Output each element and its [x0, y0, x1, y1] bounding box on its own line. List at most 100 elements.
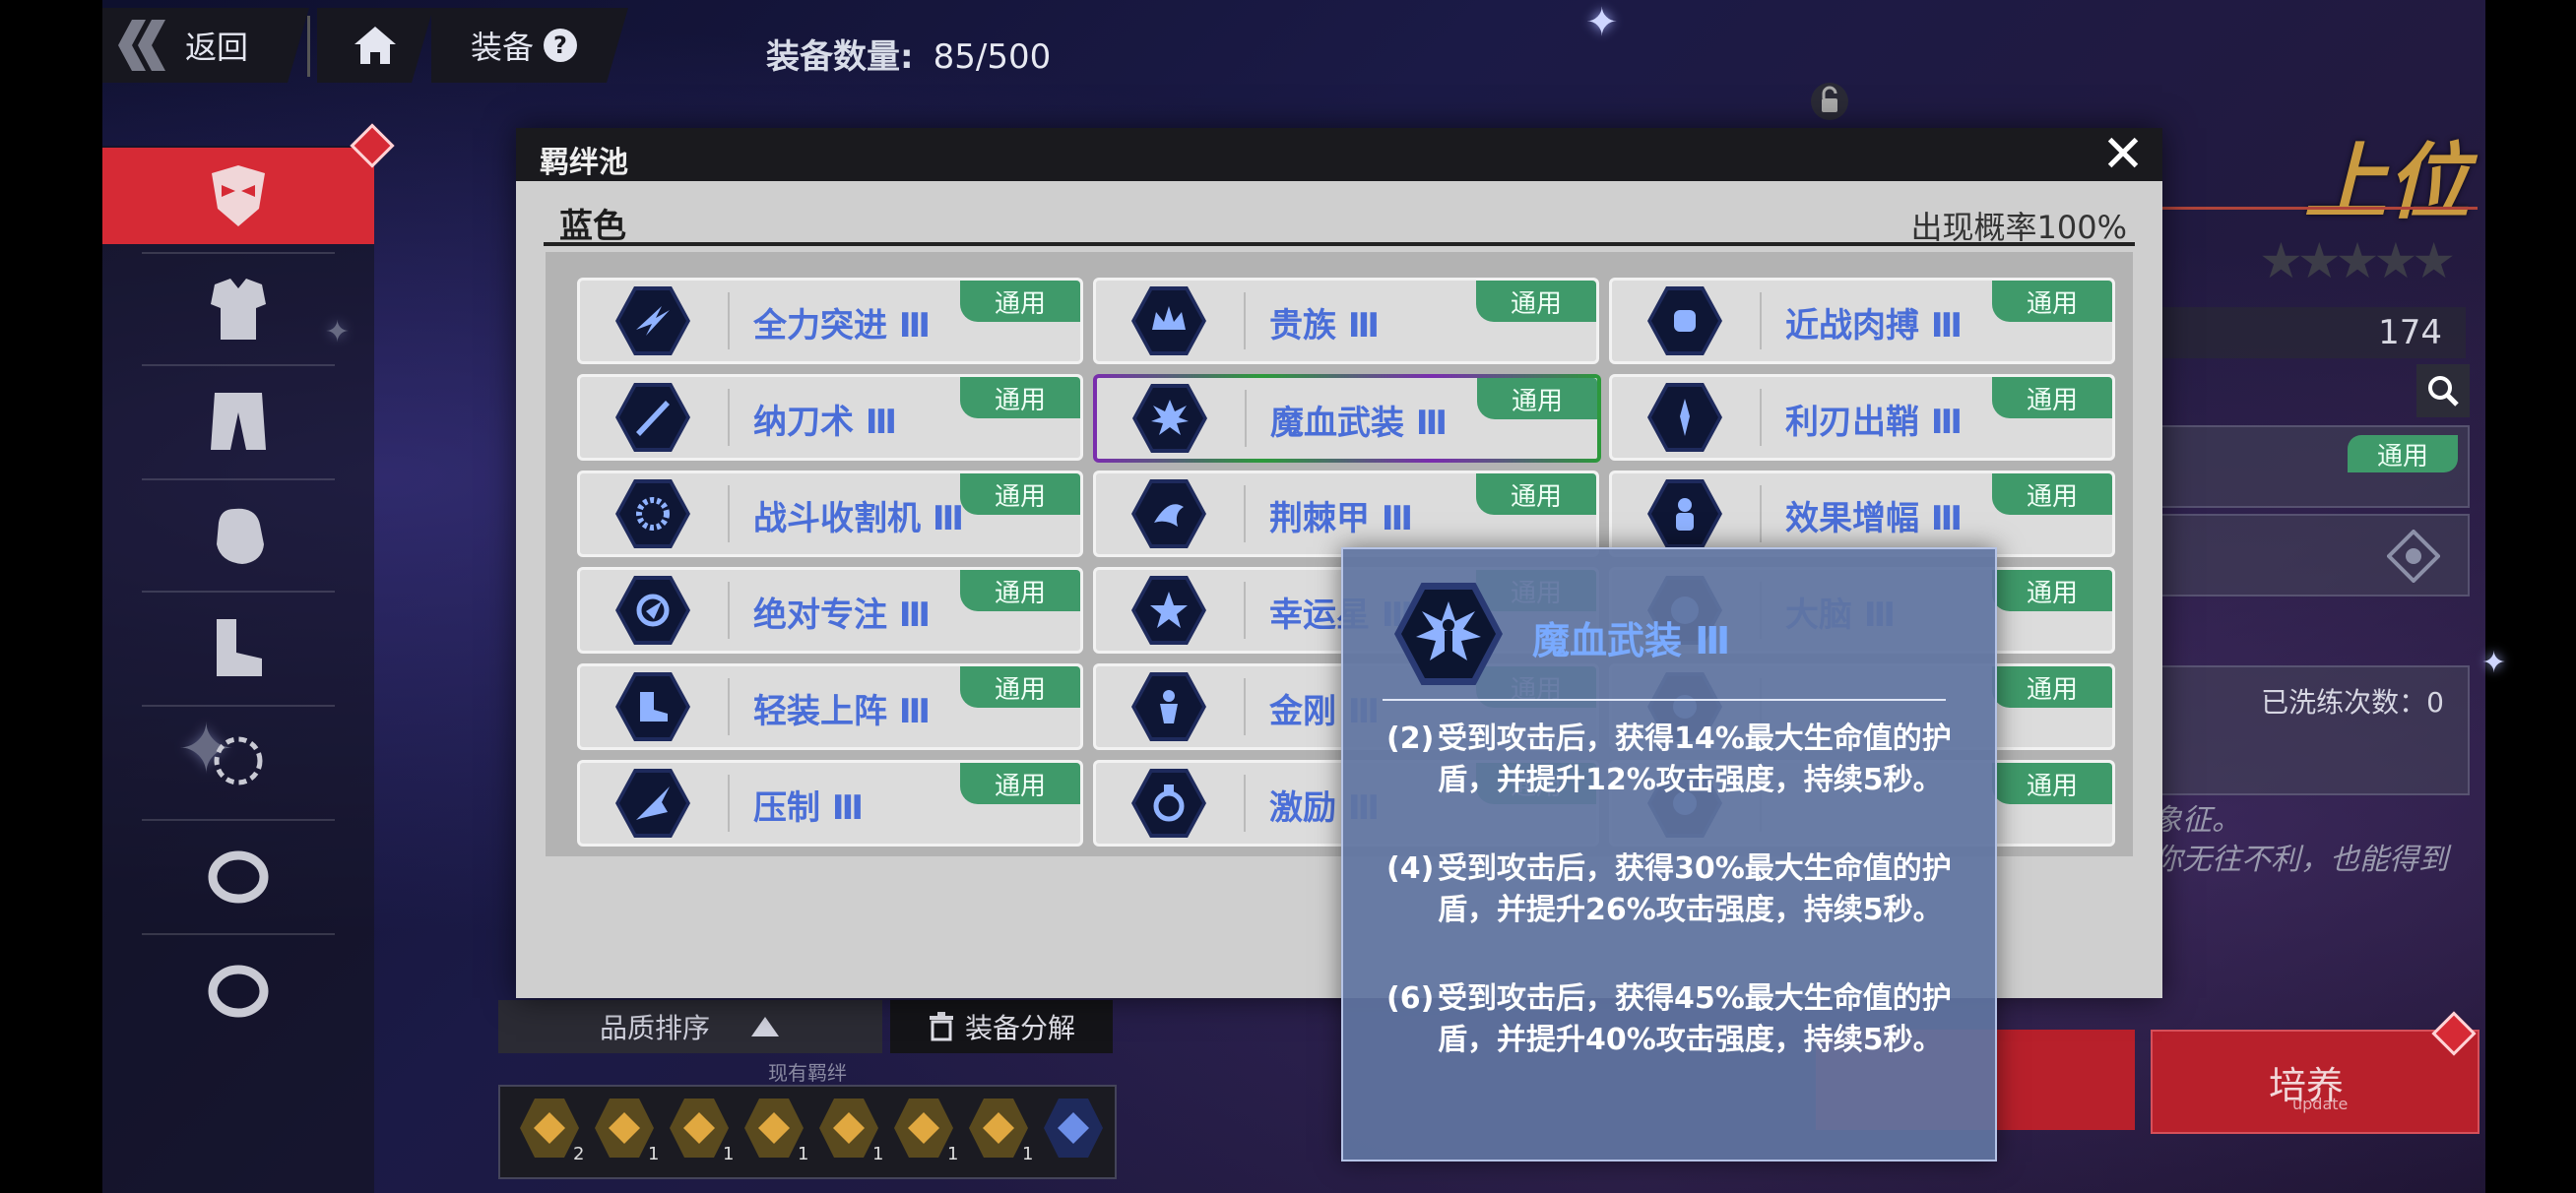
bond-detail-tooltip: 魔血武装 Ⅲ (2) 受到攻击后，获得14%最大生命值的护盾，并提升12%攻击强… — [1341, 547, 1997, 1162]
medal-icon — [1131, 769, 1206, 838]
general-badge: 通用 — [1992, 763, 2112, 804]
bond-card[interactable]: 贵族 Ⅲ 通用 — [1093, 278, 1599, 364]
attribute-row — [2157, 514, 2470, 596]
equip-count: 装备数量: 85/500 — [766, 30, 1051, 78]
section-label: 蓝色 — [559, 207, 626, 246]
bond-card[interactable]: 魔血武装 Ⅲ 通用 — [1093, 374, 1601, 463]
bond-icon[interactable] — [894, 1099, 953, 1158]
bond-card[interactable]: 近战肉搏 Ⅲ 通用 — [1609, 278, 2115, 364]
equipment-slot-sidebar — [102, 146, 374, 1193]
general-badge: 通用 — [960, 763, 1080, 804]
divider — [1245, 390, 1247, 447]
tooltip-bond-name: 魔血武装 Ⅲ — [1532, 619, 1731, 662]
bond-card[interactable]: 绝对专注 Ⅲ 通用 — [577, 567, 1083, 654]
home-button[interactable] — [317, 8, 433, 83]
effect-text: 受到攻击后，获得14%最大生命值的护盾，并提升12%攻击强度，持续5秒。 — [1438, 722, 1952, 797]
boot-icon — [615, 672, 690, 741]
back-label: 返回 — [185, 29, 249, 66]
back-button[interactable]: 返回 — [102, 8, 309, 83]
bond-card-name: 纳刀术 Ⅲ — [753, 403, 897, 442]
search-button[interactable] — [2416, 364, 2470, 417]
effect-tier-4: (4) 受到攻击后，获得30%最大生命值的护盾，并提升26%攻击强度，持续5秒。 — [1386, 848, 1967, 931]
general-badge: 通用 — [1992, 281, 2112, 322]
divider — [1760, 292, 1762, 349]
bond-icon[interactable] — [969, 1099, 1028, 1158]
armor-icon — [211, 279, 266, 340]
search-icon — [2428, 376, 2459, 407]
trash-icon — [929, 1012, 953, 1041]
quality-sort-label: 品质排序 — [599, 1012, 710, 1044]
bond-card[interactable]: 纳刀术 Ⅲ 通用 — [577, 374, 1083, 461]
slot-pants[interactable] — [102, 372, 374, 471]
dismantle-label: 装备分解 — [964, 1012, 1075, 1044]
divider — [728, 389, 730, 446]
bond-count: 1 — [947, 1144, 959, 1164]
slot-ring-1[interactable] — [102, 827, 374, 925]
slot-ring-2[interactable] — [102, 941, 374, 1039]
divider — [142, 705, 335, 707]
modal-title: 羁绊池 — [540, 146, 628, 180]
bond-card[interactable]: 全力突进 Ⅲ 通用 — [577, 278, 1083, 364]
bond-card-name: 效果增幅 Ⅲ — [1785, 499, 1963, 538]
blade-icon — [1647, 383, 1722, 452]
divider — [728, 485, 730, 542]
back-chevron-icon — [116, 16, 185, 75]
sort-arrow-up-icon — [751, 1017, 779, 1036]
bond-count: 1 — [648, 1144, 660, 1164]
focus-icon — [615, 576, 690, 645]
bond-icon[interactable] — [744, 1099, 804, 1158]
mask-icon — [212, 165, 265, 226]
thorn-icon — [1131, 479, 1206, 548]
suppress-icon — [615, 769, 690, 838]
slot-necklace[interactable] — [102, 713, 374, 811]
dismantle-button[interactable]: 装备分解 — [890, 1000, 1113, 1053]
slot-mask[interactable] — [102, 148, 374, 244]
saw-icon — [615, 479, 690, 548]
blood-armor-icon — [1394, 583, 1503, 685]
divider — [728, 678, 730, 735]
bond-card[interactable]: 利刃出鞘 Ⅲ 通用 — [1609, 374, 2115, 461]
divider — [142, 478, 335, 480]
bond-icon[interactable] — [595, 1099, 654, 1158]
divider — [307, 16, 310, 77]
lock-icon[interactable] — [1810, 79, 1849, 124]
bond-icon[interactable] — [520, 1099, 579, 1158]
bond-icon[interactable] — [1044, 1099, 1103, 1158]
divider — [728, 292, 730, 349]
divider — [1244, 678, 1246, 735]
dash-icon — [615, 286, 690, 355]
divider — [1244, 582, 1246, 639]
necklace-icon — [214, 736, 263, 785]
bond-card[interactable]: 轻装上阵 Ⅲ 通用 — [577, 663, 1083, 750]
bond-card[interactable]: 荆棘甲 Ⅲ 通用 — [1093, 471, 1599, 557]
effect-level: (2) — [1386, 722, 1435, 756]
divider — [1244, 485, 1246, 542]
ring-icon — [208, 850, 269, 904]
blood-armor-icon — [1132, 384, 1207, 453]
star-rating: ★★★★★ — [2259, 232, 2456, 289]
bond-count: 1 — [872, 1144, 884, 1164]
slot-gloves[interactable] — [102, 486, 374, 585]
bond-icon[interactable] — [819, 1099, 878, 1158]
star-icon — [1131, 576, 1206, 645]
bond-card[interactable]: 战斗收割机 Ⅲ 通用 — [577, 471, 1083, 557]
bond-card[interactable]: 压制 Ⅲ 通用 — [577, 760, 1083, 847]
equip-help-button[interactable]: 装备 ? — [431, 8, 628, 83]
pants-icon — [211, 393, 266, 450]
effect-level: (6) — [1386, 981, 1435, 1016]
help-icon: ? — [544, 29, 577, 62]
close-icon[interactable]: ✕ — [2095, 128, 2151, 181]
slot-boots[interactable] — [102, 598, 374, 697]
glove-icon — [217, 508, 264, 564]
quality-sort-button[interactable]: 品质排序 — [498, 1000, 882, 1053]
general-badge: 通用 — [1992, 570, 2112, 611]
effect-tier-2: (2) 受到攻击后，获得14%最大生命值的护盾，并提升12%攻击强度，持续5秒。 — [1386, 719, 1967, 801]
bond-icon[interactable] — [670, 1099, 729, 1158]
bond-card-name: 荆棘甲 Ⅲ — [1269, 499, 1413, 538]
divider — [142, 364, 335, 366]
letterbox-left — [0, 0, 102, 1193]
slot-armor[interactable] — [102, 260, 374, 358]
effect-text: 受到攻击后，获得30%最大生命值的护盾，并提升26%攻击强度，持续5秒。 — [1438, 851, 1952, 927]
bond-count: 1 — [1022, 1144, 1034, 1164]
bond-card[interactable]: 效果增幅 Ⅲ 通用 — [1609, 471, 2115, 557]
